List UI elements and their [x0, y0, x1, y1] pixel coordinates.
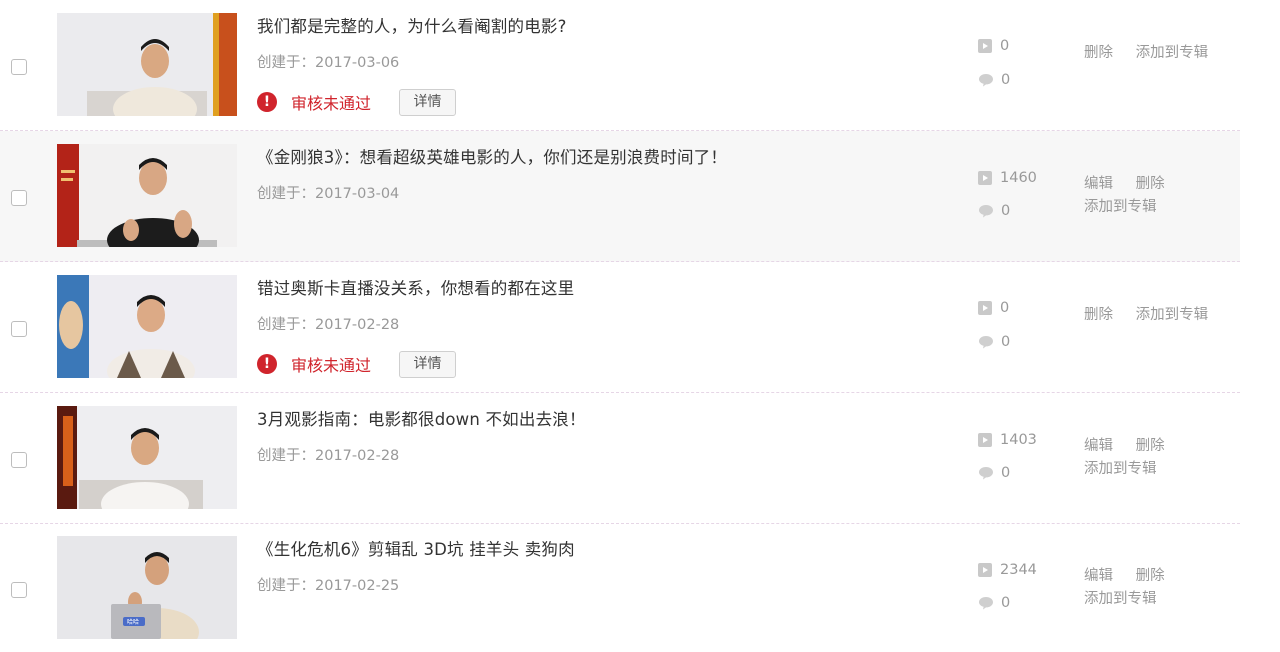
row-checkbox[interactable]	[11, 321, 27, 337]
created-date: 创建于：2017-03-06	[257, 55, 400, 71]
comment-count: 0	[978, 72, 1010, 88]
video-row: 错过奥斯卡直播没关系，你想看的都在这里 创建于：2017-02-28 ! 审核未…	[0, 262, 1240, 393]
add-to-album-link[interactable]: 添加到专辑	[1084, 199, 1157, 215]
row-checkbox[interactable]	[11, 452, 27, 468]
row-actions: 删除 添加到专辑	[1084, 304, 1208, 327]
delete-link[interactable]: 删除	[1136, 176, 1165, 192]
comment-count-value: 0	[1001, 72, 1011, 88]
play-count-value: 2344	[1000, 562, 1037, 578]
comment-count-value: 0	[1001, 203, 1011, 219]
play-icon	[978, 563, 992, 577]
add-to-album-link[interactable]: 添加到专辑	[1136, 307, 1209, 323]
review-status: ! 审核未通过	[257, 89, 371, 115]
row-actions: 编辑 删除 添加到专辑	[1084, 565, 1165, 611]
video-row: 3月观影指南：电影都很down 不如出去浪！ 创建于：2017-02-28 14…	[0, 393, 1240, 524]
delete-link[interactable]: 删除	[1084, 307, 1113, 323]
thumbnail-image	[57, 13, 237, 116]
video-row: 《金刚狼3》：想看超级英雄电影的人，你们还是别浪费时间了！ 创建于：2017-0…	[0, 131, 1240, 262]
play-count: 2344	[978, 562, 1037, 578]
edit-link[interactable]: 编辑	[1084, 568, 1113, 584]
edit-link[interactable]: 编辑	[1084, 438, 1113, 454]
comment-count: 0	[978, 334, 1010, 350]
video-thumbnail[interactable]	[57, 144, 237, 247]
exclamation-circle-icon: !	[257, 354, 277, 374]
delete-link[interactable]: 删除	[1136, 438, 1165, 454]
play-icon	[978, 39, 992, 53]
video-title[interactable]: 《生化危机6》剪辑乱 3D坑 挂羊头 卖狗肉	[257, 536, 575, 560]
video-title[interactable]: 我们都是完整的人，为什么看阉割的电影?	[257, 13, 567, 37]
row-checkbox[interactable]	[11, 59, 27, 75]
thumbnail-image	[57, 406, 237, 509]
delete-link[interactable]: 删除	[1084, 45, 1113, 61]
play-count-value: 0	[1000, 38, 1010, 54]
play-count: 0	[978, 38, 1009, 54]
thumbnail-image	[57, 275, 237, 378]
add-to-album-link[interactable]: 添加到专辑	[1084, 461, 1157, 477]
comment-count-value: 0	[1001, 465, 1011, 481]
exclamation-circle-icon: !	[257, 92, 277, 112]
details-button[interactable]: 详情	[399, 351, 456, 378]
thumbnail-image: 哈哈	[57, 536, 237, 639]
comment-bubble-icon	[978, 335, 994, 349]
thumbnail-image	[57, 144, 237, 247]
comment-count-value: 0	[1001, 595, 1011, 611]
play-icon	[978, 433, 992, 447]
video-thumbnail[interactable]	[57, 406, 237, 509]
edit-link[interactable]: 编辑	[1084, 176, 1113, 192]
video-thumbnail[interactable]	[57, 13, 237, 116]
play-icon	[978, 301, 992, 315]
row-actions: 删除 添加到专辑	[1084, 42, 1208, 65]
details-button[interactable]: 详情	[399, 89, 456, 116]
add-to-album-link[interactable]: 添加到专辑	[1084, 591, 1157, 607]
comment-count: 0	[978, 203, 1010, 219]
thumbnail-watermark: 哈哈	[127, 618, 139, 626]
comment-bubble-icon	[978, 73, 994, 87]
video-title[interactable]: 错过奥斯卡直播没关系，你想看的都在这里	[257, 275, 574, 299]
video-row: 哈哈 《生化危机6》剪辑乱 3D坑 挂羊头 卖狗肉 创建于：2017-02-25…	[0, 523, 1240, 652]
comment-bubble-icon	[978, 204, 994, 218]
row-actions: 编辑 删除 添加到专辑	[1084, 173, 1165, 219]
comment-count: 0	[978, 465, 1010, 481]
created-date: 创建于：2017-02-25	[257, 578, 400, 594]
comment-count: 0	[978, 595, 1010, 611]
play-count-value: 1403	[1000, 432, 1037, 448]
delete-link[interactable]: 删除	[1136, 568, 1165, 584]
row-checkbox[interactable]	[11, 582, 27, 598]
video-list: 我们都是完整的人，为什么看阉割的电影? 创建于：2017-03-06 ! 审核未…	[0, 0, 1280, 652]
created-date: 创建于：2017-03-04	[257, 186, 400, 202]
comment-bubble-icon	[978, 466, 994, 480]
row-checkbox[interactable]	[11, 190, 27, 206]
comment-count-value: 0	[1001, 334, 1011, 350]
play-count-value: 1460	[1000, 170, 1037, 186]
created-date: 创建于：2017-02-28	[257, 317, 400, 333]
video-thumbnail[interactable]: 哈哈	[57, 536, 237, 639]
review-status-text: 审核未通过	[291, 356, 372, 375]
created-date: 创建于：2017-02-28	[257, 448, 400, 464]
review-status: ! 审核未通过	[257, 351, 371, 377]
row-actions: 编辑 删除 添加到专辑	[1084, 435, 1165, 481]
video-thumbnail[interactable]	[57, 275, 237, 378]
add-to-album-link[interactable]: 添加到专辑	[1136, 45, 1209, 61]
play-count: 1403	[978, 432, 1037, 448]
play-count-value: 0	[1000, 300, 1010, 316]
video-title[interactable]: 《金刚狼3》：想看超级英雄电影的人，你们还是别浪费时间了！	[257, 144, 727, 168]
play-count: 0	[978, 300, 1009, 316]
review-status-text: 审核未通过	[291, 94, 372, 113]
play-icon	[978, 171, 992, 185]
comment-bubble-icon	[978, 596, 994, 610]
play-count: 1460	[978, 170, 1037, 186]
video-title[interactable]: 3月观影指南：电影都很down 不如出去浪！	[257, 406, 586, 430]
video-row: 我们都是完整的人，为什么看阉割的电影? 创建于：2017-03-06 ! 审核未…	[0, 0, 1240, 131]
